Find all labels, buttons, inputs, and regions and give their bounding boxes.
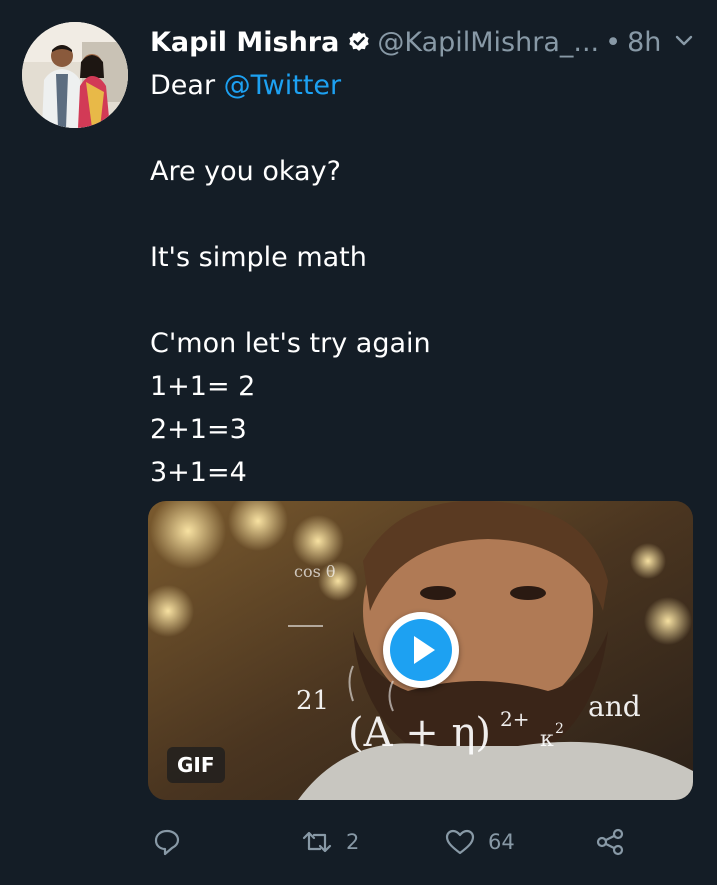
avatar-photo [22, 22, 128, 128]
like-count: 64 [488, 830, 515, 854]
share-icon [596, 828, 624, 856]
like-button[interactable]: 64 [444, 822, 515, 862]
play-button[interactable] [383, 612, 459, 688]
tweet-line: It's simple math [150, 242, 367, 273]
tweet-line: 1+1= 2 [150, 371, 256, 402]
author-handle[interactable]: @KapilMishra_... [377, 27, 599, 58]
tweet-actions: 2 64 [150, 822, 630, 862]
tweet-header: Kapil Mishra @KapilMishra_... • 8h [150, 22, 697, 62]
tweet-line-text: Dear [150, 70, 224, 101]
tweet-line: C'mon let's try again [150, 328, 431, 359]
tweet-line [150, 107, 690, 150]
tweet-card[interactable]: Kapil Mishra @KapilMishra_... • 8h Dear … [0, 0, 717, 885]
math-overlay-text: 2+ [500, 707, 529, 731]
tweet-line: Dear @Twitter [150, 64, 690, 107]
math-overlay-text: κ [540, 727, 554, 752]
math-overlay-text: cos θ [294, 562, 336, 581]
gif-badge: GIF [167, 747, 225, 783]
verified-badge-icon [349, 31, 370, 51]
avatar[interactable] [22, 22, 128, 128]
math-overlay-text: and [588, 690, 641, 723]
reply-icon [154, 829, 180, 856]
heart-icon [445, 829, 475, 855]
math-overlay-text: 21 [296, 686, 329, 716]
retweet-icon [302, 831, 332, 853]
author-name[interactable]: Kapil Mishra [150, 27, 339, 58]
tweet-line: Are you okay? [150, 156, 341, 187]
tweet-line: 3+1=4 [150, 457, 247, 488]
play-icon [390, 619, 452, 681]
reply-button[interactable] [152, 822, 182, 862]
retweet-count: 2 [346, 830, 360, 854]
mention-link[interactable]: @Twitter [224, 70, 342, 101]
math-overlay-text: (A + η) [348, 710, 491, 756]
header-separator: • [605, 26, 622, 58]
tweet-line [150, 193, 690, 236]
tweet-line [150, 279, 690, 322]
chevron-down-icon[interactable] [673, 30, 695, 52]
retweet-button[interactable]: 2 [300, 822, 359, 862]
tweet-line: 2+1=3 [150, 414, 247, 445]
math-overlay-text: 2 [555, 721, 564, 737]
tweet-timestamp[interactable]: 8h [627, 27, 661, 58]
tweet-body: Dear @Twitter Are you okay? It's simple … [150, 64, 690, 494]
share-button[interactable] [594, 822, 626, 862]
